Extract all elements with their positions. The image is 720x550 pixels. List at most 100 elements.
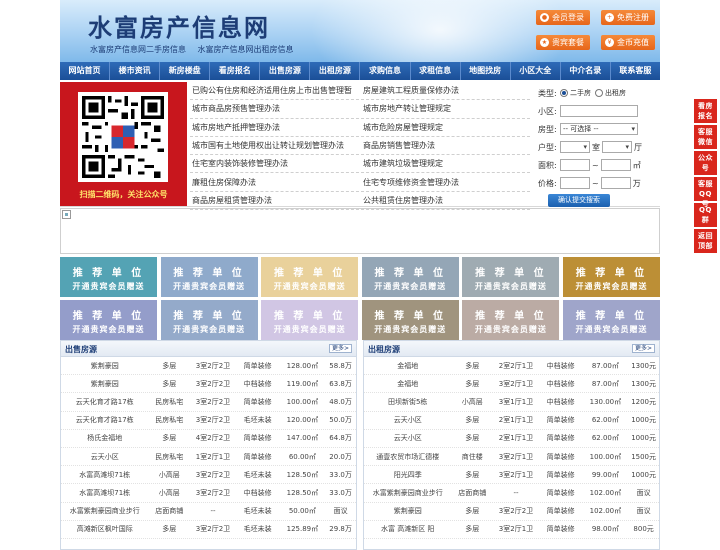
listing-row[interactable]: 田坝新街5栋 小高层 3室1厅1卫 中档装修 130.00㎡ 1200元 bbox=[364, 393, 659, 412]
banner-ad[interactable] bbox=[60, 208, 660, 254]
policy-link[interactable]: 住宅室内装饰装修管理办法 bbox=[190, 158, 361, 169]
listing-community[interactable]: 云天化育才路17栋 bbox=[61, 415, 148, 425]
sale-panel-title[interactable]: 出售房源 bbox=[65, 344, 97, 355]
recommended-unit-slot[interactable]: 推 荐 单 位开通贵宾会员赠送 bbox=[361, 257, 459, 297]
rent-panel-title[interactable]: 出租房源 bbox=[368, 344, 400, 355]
listing-row[interactable]: 水富高滩坝71栋 小高层 3室2厅2卫 毛坯未装 128.50㎡ 33.0万 bbox=[61, 466, 356, 485]
hall-count-select[interactable] bbox=[602, 141, 632, 153]
side-service-qq[interactable]: 客服 QQ 号 bbox=[694, 177, 717, 208]
recommended-unit-slot[interactable]: 推 荐 单 位开通贵宾会员赠送 bbox=[562, 300, 660, 340]
recommended-unit-slot[interactable]: 推 荐 单 位开通贵宾会员赠送 bbox=[261, 300, 359, 340]
vip-package-button[interactable]: ★ 贵宾套餐 bbox=[536, 35, 590, 50]
side-back-to-top[interactable]: 返回 顶部 bbox=[694, 229, 717, 253]
listing-row[interactable]: 金福地 多层 3室2厅1卫 中档装修 87.00㎡ 1300元 bbox=[364, 375, 659, 394]
side-service-wechat[interactable]: 客服 微信 bbox=[694, 125, 717, 149]
rent-more-link[interactable]: 更多> bbox=[631, 344, 655, 353]
listing-community[interactable]: 紫荆豪园 bbox=[61, 379, 148, 389]
listing-community[interactable]: 水富高滩坝71栋 bbox=[61, 488, 148, 498]
recommended-unit-slot[interactable]: 推 荐 单 位开通贵宾会员赠送 bbox=[160, 300, 258, 340]
policy-link[interactable]: 城市房地产转让管理规定 bbox=[361, 103, 532, 114]
nav-for-sale[interactable]: 出售房源 bbox=[260, 62, 311, 80]
policy-link[interactable]: 公共租赁住房管理办法 bbox=[361, 195, 532, 206]
listing-community[interactable]: 云天小区 bbox=[364, 433, 451, 443]
listing-row[interactable]: 金福地 多层 2室2厅1卫 中档装修 87.00㎡ 1300元 bbox=[364, 357, 659, 376]
area-max-input[interactable] bbox=[600, 159, 631, 171]
listing-row[interactable]: 紫荆豪园 多层 3室2厅2卫 简单装修 128.00㎡ 58.8万 bbox=[61, 357, 356, 376]
policy-link[interactable]: 房屋建筑工程质量保修办法 bbox=[361, 85, 532, 96]
price-max-input[interactable] bbox=[600, 177, 631, 189]
community-input[interactable] bbox=[560, 105, 638, 117]
recommended-unit-slot[interactable]: 推 荐 单 位开通贵宾会员赠送 bbox=[462, 257, 560, 297]
type-radio-rental[interactable] bbox=[595, 89, 603, 97]
listing-row[interactable]: 水富高滩坝71栋 小高层 3室2厅2卫 中档装修 128.50㎡ 33.0万 bbox=[61, 484, 356, 503]
tagline-rent[interactable]: 水富房产信息网出租房信息 bbox=[198, 45, 294, 54]
listing-community[interactable]: 金福地 bbox=[364, 361, 451, 371]
listing-row[interactable]: 云天小区 民房私宅 1室2厅1卫 简单装修 60.00㎡ 20.0万 bbox=[61, 448, 356, 467]
recommended-unit-slot[interactable]: 推 荐 单 位开通贵宾会员赠送 bbox=[160, 257, 258, 297]
nav-map-search[interactable]: 地图找房 bbox=[461, 62, 511, 80]
side-official-account[interactable]: 公众号 bbox=[694, 151, 717, 175]
recommended-unit-slot[interactable]: 推 荐 单 位开通贵宾会员赠送 bbox=[60, 257, 157, 297]
side-qq-group[interactable]: QQ 群 bbox=[694, 203, 717, 227]
listing-row[interactable]: 紫荆豪园 多层 3室2厅2卫 简单装修 102.00㎡ 面议 bbox=[364, 503, 659, 521]
policy-link[interactable]: 商品房屋租赁管理办法 bbox=[190, 195, 361, 206]
recommended-unit-slot[interactable]: 推 荐 单 位开通贵宾会员赠送 bbox=[361, 300, 459, 340]
policy-link[interactable]: 已购公有住房和经济适用住房上市出售管理暂 bbox=[190, 85, 361, 96]
listing-community[interactable]: 通壹农贸市场汇德楼 bbox=[364, 452, 451, 462]
listing-community[interactable]: 水富 高滩新区 阳 bbox=[364, 524, 451, 534]
listing-community[interactable]: 云天小区 bbox=[61, 452, 148, 462]
listing-row[interactable]: 水富 高滩新区 阳 多层 3室2厅1卫 简单装修 98.00㎡ 800元 bbox=[364, 521, 659, 539]
login-button[interactable]: ● 会员登录 bbox=[536, 10, 590, 25]
search-submit-button[interactable]: 确认提交搜索 bbox=[548, 194, 610, 207]
listing-community[interactable]: 高滩新区枫叶国际 bbox=[61, 524, 148, 534]
listing-community[interactable]: 水富高滩坝71栋 bbox=[61, 470, 148, 480]
listing-community[interactable]: 杨氏金福地 bbox=[61, 433, 148, 443]
listing-row[interactable]: 云天小区 多层 2室1厅1卫 简单装修 62.00㎡ 1000元 bbox=[364, 412, 659, 430]
nav-news[interactable]: 楼市资讯 bbox=[110, 62, 161, 80]
listing-community[interactable]: 紫荆豪园 bbox=[364, 506, 451, 516]
listing-row[interactable]: 紫荆豪园 多层 3室2厅2卫 中档装修 119.00㎡ 63.8万 bbox=[61, 375, 356, 394]
policy-link[interactable]: 城市商品房预售管理办法 bbox=[190, 103, 361, 114]
listing-row[interactable]: 通壹农贸市场汇德楼 商住楼 3室2厅1卫 简单装修 100.00㎡ 1500元 bbox=[364, 448, 659, 467]
policy-link[interactable]: 城市建筑垃圾管理规定 bbox=[361, 158, 532, 169]
listing-community[interactable]: 紫荆豪园 bbox=[61, 361, 148, 371]
listing-community[interactable]: 阳光四季 bbox=[364, 470, 451, 480]
nav-communities[interactable]: 小区大全 bbox=[511, 62, 561, 80]
listing-community[interactable]: 云天小区 bbox=[364, 415, 451, 425]
nav-agencies[interactable]: 中介名录 bbox=[561, 62, 611, 80]
tagline-sale[interactable]: 水富房产信息网二手房信息 bbox=[90, 45, 186, 54]
listing-row[interactable]: 杨氏金福地 多层 4室2厅2卫 简单装修 147.00㎡ 64.8万 bbox=[61, 430, 356, 448]
recommended-unit-slot[interactable]: 推 荐 单 位开通贵宾会员赠送 bbox=[562, 257, 660, 297]
listing-row[interactable]: 阳光四季 多层 3室2厅1卫 简单装修 99.00㎡ 1000元 bbox=[364, 466, 659, 485]
policy-link[interactable]: 城市危险房屋管理规定 bbox=[361, 122, 532, 133]
nav-want-buy[interactable]: 求购信息 bbox=[360, 62, 411, 80]
register-button[interactable]: + 免费注册 bbox=[601, 10, 655, 25]
recommended-unit-slot[interactable]: 推 荐 单 位开通贵宾会员赠送 bbox=[261, 257, 359, 297]
policy-link[interactable]: 城市国有土地使用权出让转让规划管理办法 bbox=[190, 140, 361, 151]
side-viewing-signup[interactable]: 看房 报名 bbox=[694, 99, 717, 123]
nav-for-rent[interactable]: 出租房源 bbox=[310, 62, 361, 80]
room-count-select[interactable] bbox=[560, 141, 590, 153]
policy-link[interactable]: 城市房地产抵押管理办法 bbox=[190, 122, 361, 133]
policy-link[interactable]: 商品房销售管理办法 bbox=[361, 140, 532, 151]
property-type-select[interactable]: -- 可选择 -- bbox=[560, 123, 638, 135]
nav-viewing-signup[interactable]: 看房报名 bbox=[210, 62, 261, 80]
type-radio-secondhand[interactable] bbox=[560, 89, 568, 97]
site-logo[interactable]: 水富房产信息网 bbox=[88, 8, 270, 43]
policy-link[interactable]: 廉租住房保障办法 bbox=[190, 177, 361, 188]
listing-community[interactable]: 金福地 bbox=[364, 379, 451, 389]
recommended-unit-slot[interactable]: 推 荐 单 位开通贵宾会员赠送 bbox=[60, 300, 157, 340]
nav-want-rent[interactable]: 求租信息 bbox=[411, 62, 461, 80]
coin-recharge-button[interactable]: ¥ 金币充值 bbox=[601, 35, 655, 50]
listing-row[interactable]: 水富紫荆豪园商业步行 店面商铺 -- 简单装修 102.00㎡ 面议 bbox=[364, 484, 659, 503]
nav-new-homes[interactable]: 新房楼盘 bbox=[160, 62, 211, 80]
listing-community[interactable]: 水富紫荆豪园商业步行 bbox=[61, 506, 148, 516]
recommended-unit-slot[interactable]: 推 荐 单 位开通贵宾会员赠送 bbox=[462, 300, 560, 340]
sale-more-link[interactable]: 更多> bbox=[328, 344, 352, 353]
area-min-input[interactable] bbox=[560, 159, 590, 171]
listing-row[interactable]: 云天化育才路17栋 民房私宅 3室2厅2卫 毛坯未装 120.00㎡ 50.0万 bbox=[61, 412, 356, 430]
listing-row[interactable]: 水富紫荆豪园商业步行 店面商铺 -- 毛坯未装 50.00㎡ 面议 bbox=[61, 503, 356, 521]
price-min-input[interactable] bbox=[560, 177, 590, 189]
listing-community[interactable]: 田坝新街5栋 bbox=[364, 397, 451, 407]
nav-home[interactable]: 网站首页 bbox=[60, 62, 111, 80]
